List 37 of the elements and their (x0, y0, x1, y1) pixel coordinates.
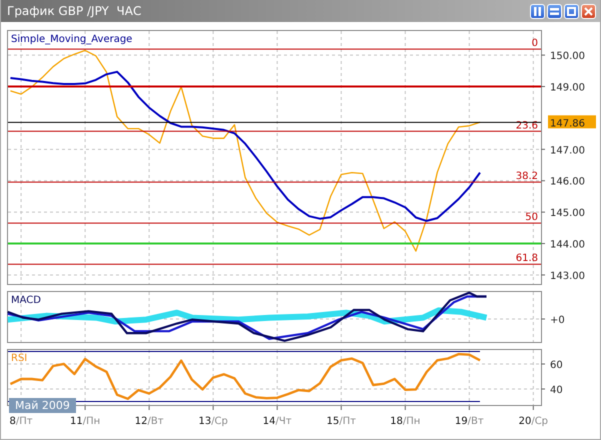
price-axis-label: 147.00 (550, 145, 585, 156)
fibonacci-level-label: 61.8 (516, 253, 538, 264)
minimize-button[interactable] (547, 4, 562, 18)
indicator-label: Simple_Moving_Average (11, 34, 132, 45)
price-axis-label: 150.00 (550, 51, 585, 62)
date-axis-label: 15/Пт (326, 416, 356, 427)
date-axis-label: 18/Пн (390, 416, 420, 427)
current-price-badge: 147.86 (548, 115, 596, 130)
indicator-label: RSI (11, 353, 28, 364)
date-axis-label: 13/Ср (198, 416, 228, 427)
maximize-button[interactable] (564, 4, 579, 18)
stacked-bars-icon (550, 6, 559, 16)
macd-axis-label: +0 (550, 315, 565, 326)
period-badge: Май 2009 (9, 398, 76, 413)
fibonacci-level-label: 0 (532, 38, 538, 50)
indicator-label: MACD (11, 295, 41, 306)
close-button[interactable] (581, 4, 596, 18)
date-axis-label: 20/Ср (518, 416, 548, 427)
window-title: График GBP /JPY ЧАС (7, 4, 142, 18)
date-axis-label: 14/Чт (262, 416, 292, 427)
price-axis-label: 146.00 (550, 176, 585, 188)
close-icon (584, 6, 593, 16)
date-axis-label: 11/Пн (70, 416, 100, 427)
fibonacci-level-label: 50 (525, 212, 538, 224)
date-axis-label: 8/Пт (10, 416, 33, 427)
price-axis-label: 149.00 (550, 82, 585, 94)
two-bars-icon (533, 6, 542, 16)
tile-button[interactable] (530, 4, 545, 18)
price-axis-label: 145.00 (550, 208, 585, 220)
price-axis-label: 143.00 (550, 270, 585, 282)
fibonacci-level-label: 38.2 (516, 171, 538, 182)
square-icon (567, 6, 576, 16)
date-axis-label: 12/Вт (134, 416, 164, 427)
rsi-axis-label: 60 (550, 360, 563, 371)
date-axis-label: 19/Вт (454, 416, 484, 427)
rsi-axis-label: 40 (550, 385, 563, 396)
price-axis-label: 144.00 (550, 240, 585, 251)
